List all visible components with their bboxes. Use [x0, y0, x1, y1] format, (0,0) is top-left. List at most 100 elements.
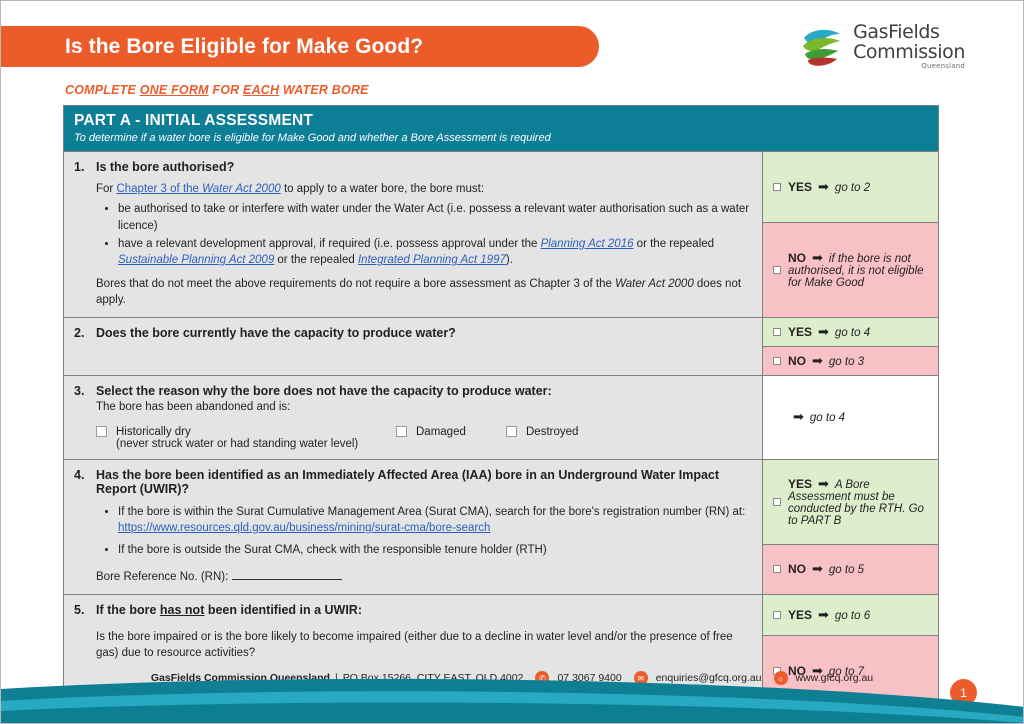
question-2-text: Does the bore currently have the capacit… [96, 326, 456, 341]
q5-title-underlined: has not [159, 602, 205, 617]
option-damaged-label: Damaged [416, 425, 466, 438]
option-historically-dry-sublabel: (never struck water or had standing wate… [116, 437, 359, 450]
option-historically-dry[interactable]: Historically dry (never struck water or … [96, 425, 396, 450]
integrated-planning-act-1997-link[interactable]: Integrated Planning Act 1997 [358, 254, 506, 266]
planning-act-2016-link[interactable]: Planning Act 2016 [541, 238, 634, 250]
option-destroyed[interactable]: Destroyed [506, 425, 616, 450]
question-5-number: 5. [74, 602, 85, 617]
sustainable-planning-act-2009-link[interactable]: Sustainable Planning Act 2009 [118, 254, 274, 266]
question-3-heading: 3. Select the reason why the bore does n… [74, 384, 752, 398]
water-act-link[interactable]: Chapter 3 of the Water Act 2000 [116, 183, 280, 195]
answer-q2-yes-label: YES [788, 325, 813, 340]
checkbox-q1-no[interactable] [773, 266, 781, 275]
checkbox-q5-yes[interactable] [773, 610, 781, 619]
question-4-heading: 4. Has the bore been identified as an Im… [74, 468, 752, 496]
table-row-q1: 1. Is the bore authorised? For Chapter 3… [64, 151, 938, 318]
answer-q3-body: ➡ go to 4 [773, 410, 845, 424]
checkbox-q4-no[interactable] [773, 565, 781, 574]
question-5-paragraph: Is the bore impaired or is the bore like… [96, 630, 733, 660]
bore-reference-input[interactable] [232, 568, 343, 580]
q1-b2-post: ). [505, 254, 513, 267]
question-3-options: Historically dry (never struck water or … [96, 425, 752, 450]
instruction-part-5: WATER BORE [279, 83, 369, 97]
question-4-number: 4. [74, 467, 85, 482]
answer-q2-yes[interactable]: YES ➡ go to 4 [763, 318, 938, 347]
arrow-right-icon: ➡ [793, 409, 804, 425]
q1-intro-pre: For [96, 183, 117, 195]
part-a-header: PART A - INITIAL ASSESSMENT To determine… [64, 106, 938, 151]
question-3-answers: ➡ go to 4 [763, 376, 938, 459]
q5-title-pre: If the bore [96, 602, 160, 617]
checkbox-q4-yes[interactable] [773, 497, 781, 506]
logo-swirl-icon [803, 29, 841, 66]
question-2-cell: 2. Does the bore currently have the capa… [64, 318, 763, 376]
question-1-body: For Chapter 3 of the Water Act 2000 to a… [96, 181, 752, 308]
arrow-right-icon: ➡ [812, 353, 823, 369]
checkbox-destroyed[interactable] [506, 425, 517, 437]
arrow-right-icon: ➡ [818, 475, 829, 491]
answer-q5-yes[interactable]: YES ➡ go to 6 [763, 594, 938, 635]
answer-q4-no[interactable]: NO ➡ go to 5 [763, 543, 938, 594]
question-4-cell: 4. Has the bore been identified as an Im… [64, 459, 763, 594]
question-4-bullets: If the bore is within the Surat Cumulati… [96, 504, 752, 559]
checkbox-q2-yes[interactable] [773, 328, 781, 337]
answer-q1-no-body: NO ➡ if the bore is not authorised, it is … [788, 251, 930, 289]
logo-wordmark: GasFields Commission Queensland [853, 23, 965, 70]
question-2-number: 2. [74, 326, 85, 341]
answer-q2-no-note: go to 3 [828, 356, 865, 369]
answer-q4-yes-body: YES ➡ A Bore Assessment must be conducted … [788, 477, 930, 527]
answer-q4-no-label: NO [788, 562, 806, 577]
answer-q2-no[interactable]: NO ➡ go to 3 [763, 346, 938, 376]
checkbox-q1-yes[interactable] [773, 183, 781, 192]
checkbox-damaged[interactable] [396, 425, 407, 437]
page-title: Is the Bore Eligible for Make Good? [65, 34, 424, 58]
question-1-cell: 1. Is the bore authorised? For Chapter 3… [64, 152, 763, 318]
q1-link-italic: Water Act 2000 [202, 183, 281, 195]
table-row-q3: 3. Select the reason why the bore does n… [64, 375, 938, 459]
checkbox-q2-no[interactable] [773, 357, 781, 366]
bore-reference-field-row: Bore Reference No. (RN): [96, 568, 752, 585]
answer-q1-no-label: NO [788, 251, 806, 266]
answer-q2-yes-note: go to 4 [834, 327, 871, 340]
arrow-right-icon: ➡ [818, 179, 829, 195]
option-damaged[interactable]: Damaged [396, 425, 506, 450]
question-5-body: Is the bore impaired or is the bore like… [96, 629, 752, 662]
checkbox-historically-dry[interactable] [96, 425, 107, 437]
question-2-answers: YES ➡ go to 4 NO ➡ go to 3 [763, 318, 938, 376]
answer-q1-yes-note: go to 2 [834, 182, 871, 195]
question-1-number: 1. [74, 160, 85, 174]
question-4-body: If the bore is within the Surat Cumulati… [96, 504, 752, 585]
q1-b2-mid2: or the repealed [274, 254, 358, 267]
question-3-number: 3. [74, 384, 85, 399]
answer-q4-no-note: go to 5 [828, 564, 865, 577]
answer-q2-yes-body: YES ➡ go to 4 [788, 325, 870, 339]
logo-line-3: Queensland [921, 62, 965, 70]
answer-q4-yes[interactable]: YES ➡ A Bore Assessment must be conducted … [763, 459, 938, 544]
part-a-subtitle: To determine if a water bore is eligible… [74, 132, 551, 144]
answer-q1-yes[interactable]: YES ➡ go to 2 [763, 152, 938, 223]
q5-title-post: been identified in a UWIR: [204, 602, 363, 617]
part-a-title: PART A - INITIAL ASSESSMENT [74, 112, 314, 129]
question-4-answers: YES ➡ A Bore Assessment must be conducted … [763, 459, 938, 594]
bore-reference-label: Bore Reference No. (RN): [96, 570, 229, 583]
form-instruction: COMPLETE ONE FORM FOR EACH WATER BORE [65, 83, 369, 97]
arrow-right-icon: ➡ [818, 324, 829, 340]
assessment-table: PART A - INITIAL ASSESSMENT To determine… [63, 105, 939, 708]
question-1-text: Is the bore authorised? [96, 160, 235, 174]
answer-q4-yes-label: YES [788, 476, 813, 491]
q1-close-italic: Water Act 2000 [615, 277, 694, 290]
answer-q1-yes-label: YES [788, 180, 813, 195]
q1-link-text: Chapter 3 of the [116, 183, 203, 195]
q1-intro-post: to apply to a water bore, the bore must: [280, 183, 485, 195]
option-historically-dry-label: Historically dry [116, 425, 191, 438]
surat-cma-bore-search-link[interactable]: https://www.resources.qld.gov.au/busines… [118, 522, 490, 534]
question-1-closing: Bores that do not meet the above require… [96, 276, 752, 309]
arrow-right-icon: ➡ [812, 250, 823, 266]
question-4-bullet-1: If the bore is within the Surat Cumulati… [118, 504, 752, 537]
answer-q2-no-label: NO [788, 354, 806, 369]
q1-b2-mid1: or the repealed [633, 237, 715, 250]
q1-close-pre: Bores that do not meet the above require… [96, 277, 616, 290]
answer-q1-no[interactable]: NO ➡ if the bore is not authorised, it is … [763, 222, 938, 318]
question-5-text: If the bore has not been identified in a… [96, 603, 362, 617]
answer-q3-note: go to 4 [809, 412, 846, 425]
